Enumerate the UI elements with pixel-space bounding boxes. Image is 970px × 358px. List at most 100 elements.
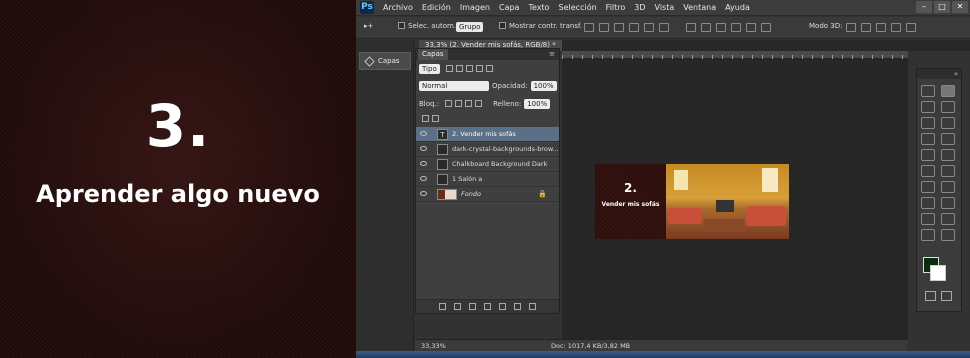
menu-texto[interactable]: Texto: [528, 3, 549, 12]
opacity-input[interactable]: 100%: [530, 81, 557, 91]
menu-archivo[interactable]: Archivo: [383, 3, 413, 12]
menu-ventana[interactable]: Ventana: [683, 3, 716, 12]
auto-select-option[interactable]: Selec. autom.:: [398, 22, 458, 30]
menu-capa[interactable]: Capa: [499, 3, 519, 12]
menu-imagen[interactable]: Imagen: [460, 3, 490, 12]
visibility-eye-icon[interactable]: [420, 191, 427, 196]
fx-icon[interactable]: [454, 303, 461, 310]
lock-move-icon[interactable]: [465, 99, 473, 107]
menu-vista[interactable]: Vista: [655, 3, 675, 12]
layer-row[interactable]: T 2. Vender mis sofás: [416, 127, 559, 142]
align-top-icon[interactable]: [584, 23, 594, 32]
3d-roll-icon[interactable]: [861, 23, 871, 32]
pen-tool-icon[interactable]: [921, 197, 935, 209]
type-toggle-icon[interactable]: [432, 114, 439, 122]
show-transform-option[interactable]: Mostrar contr. transf.: [499, 22, 582, 30]
menu-ayuda[interactable]: Ayuda: [725, 3, 750, 12]
visibility-eye-icon[interactable]: [420, 176, 427, 181]
layer-row[interactable]: dark-crystal-backgrounds-brow...: [416, 142, 559, 157]
move-tool-icon[interactable]: ▸+: [364, 22, 373, 30]
mask-icon[interactable]: [469, 303, 476, 310]
filter-pixel-icon[interactable]: [445, 64, 453, 72]
stamp-tool-icon[interactable]: [921, 149, 935, 161]
blend-mode-dropdown[interactable]: Normal: [419, 81, 489, 91]
quick-select-tool-icon[interactable]: [941, 101, 955, 113]
shape-tool-icon[interactable]: [941, 213, 955, 225]
healing-tool-icon[interactable]: [921, 133, 935, 145]
pixel-toggle-icon[interactable]: [422, 114, 429, 122]
new-layer-icon[interactable]: [514, 303, 521, 310]
maximize-button[interactable]: □: [934, 1, 950, 13]
slide-panel: 3. Aprender algo nuevo: [0, 0, 356, 358]
menu-seleccion[interactable]: Selección: [559, 3, 597, 12]
minimize-button[interactable]: –: [916, 1, 932, 13]
visibility-eye-icon[interactable]: [420, 146, 427, 151]
distribute-1-icon[interactable]: [686, 23, 696, 32]
dock-capas-button[interactable]: Capas: [359, 52, 411, 70]
layer-row[interactable]: Chalkboard Background Dark: [416, 157, 559, 172]
menu-3d[interactable]: 3D: [634, 3, 645, 12]
filter-shape-icon[interactable]: [475, 64, 483, 72]
visibility-eye-icon[interactable]: [420, 131, 427, 136]
link-layers-icon[interactable]: [439, 303, 446, 310]
layers-tab[interactable]: Capas: [418, 49, 448, 60]
hand-tool-icon[interactable]: [921, 229, 935, 241]
distribute-3-icon[interactable]: [716, 23, 726, 32]
lasso-tool-icon[interactable]: [921, 101, 935, 113]
filter-smart-icon[interactable]: [485, 64, 493, 72]
type-tool-icon[interactable]: [941, 197, 955, 209]
path-select-tool-icon[interactable]: [921, 213, 935, 225]
layer-filter-dropdown[interactable]: Tipo: [419, 64, 440, 74]
show-transform-label: Mostrar contr. transf.: [509, 22, 583, 30]
move-tool-icon[interactable]: [941, 85, 955, 97]
eraser-tool-icon[interactable]: [921, 165, 935, 177]
distribute-5-icon[interactable]: [746, 23, 756, 32]
panel-menu-icon[interactable]: ≡: [549, 50, 555, 58]
visibility-eye-icon[interactable]: [420, 161, 427, 166]
lock-all-icon[interactable]: [475, 99, 483, 107]
history-brush-tool-icon[interactable]: [941, 149, 955, 161]
zoom-level[interactable]: 33,33%: [421, 342, 446, 350]
show-transform-checkbox[interactable]: [499, 22, 506, 29]
screen-mode-icon[interactable]: [941, 291, 952, 301]
align-left-icon[interactable]: [629, 23, 639, 32]
align-right-icon[interactable]: [659, 23, 669, 32]
close-button[interactable]: ✕: [952, 1, 968, 13]
3d-rotate-icon[interactable]: [846, 23, 856, 32]
group-folder-icon[interactable]: [499, 303, 506, 310]
align-middle-icon[interactable]: [599, 23, 609, 32]
gradient-tool-icon[interactable]: [941, 165, 955, 177]
background-color-swatch[interactable]: [930, 265, 946, 281]
3d-slide-icon[interactable]: [891, 23, 901, 32]
crop-tool-icon[interactable]: [921, 117, 935, 129]
distribute-6-icon[interactable]: [761, 23, 771, 32]
layer-row[interactable]: 1 Salón a: [416, 172, 559, 187]
layer-row[interactable]: Fondo 🔒: [416, 187, 559, 202]
trash-icon[interactable]: [529, 303, 536, 310]
marquee-tool-icon[interactable]: [921, 85, 935, 97]
dodge-tool-icon[interactable]: [941, 181, 955, 193]
distribute-4-icon[interactable]: [731, 23, 741, 32]
quick-mask-icon[interactable]: [925, 291, 936, 301]
align-bottom-icon[interactable]: [614, 23, 624, 32]
auto-select-checkbox[interactable]: [398, 22, 405, 29]
zoom-tool-icon[interactable]: [941, 229, 955, 241]
document-artwork[interactable]: 2. Vender mis sofás: [595, 164, 789, 239]
fill-input[interactable]: 100%: [524, 99, 551, 109]
align-center-icon[interactable]: [644, 23, 654, 32]
eyedropper-tool-icon[interactable]: [941, 117, 955, 129]
filter-type-icon[interactable]: [465, 64, 473, 72]
blur-tool-icon[interactable]: [921, 181, 935, 193]
lock-paint-icon[interactable]: [455, 99, 463, 107]
3d-pan-icon[interactable]: [876, 23, 886, 32]
auto-select-dropdown[interactable]: Grupo: [456, 22, 484, 32]
menu-filtro[interactable]: Filtro: [606, 3, 626, 12]
brush-tool-icon[interactable]: [941, 133, 955, 145]
3d-scale-icon[interactable]: [906, 23, 916, 32]
options-bar: ▸+ Selec. autom.: Grupo Mostrar contr. t…: [356, 17, 970, 39]
menu-edicion[interactable]: Edición: [422, 3, 451, 12]
filter-adjust-icon[interactable]: [455, 64, 463, 72]
lock-pixels-icon[interactable]: [445, 99, 453, 107]
distribute-2-icon[interactable]: [701, 23, 711, 32]
adjustment-icon[interactable]: [484, 303, 491, 310]
